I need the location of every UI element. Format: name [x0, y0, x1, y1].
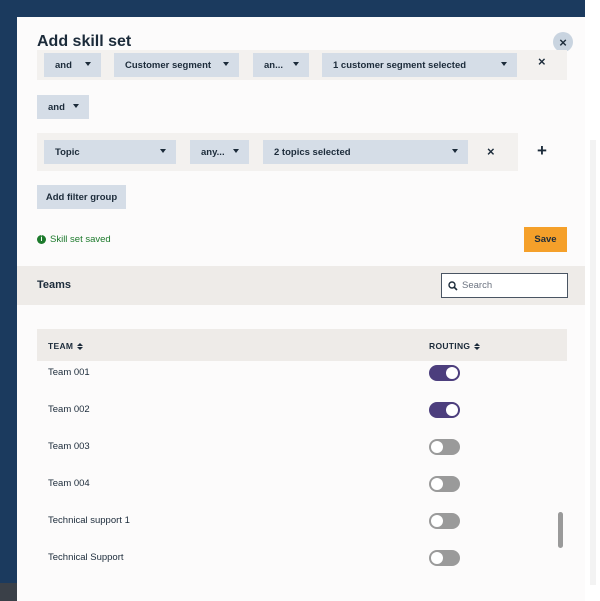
chevron-down-icon	[73, 104, 79, 108]
table-row: Technical support 1	[37, 503, 567, 540]
table-row: Technical Support	[37, 540, 567, 577]
table-row: Team 002	[37, 392, 567, 429]
group-join-select[interactable]: and	[37, 95, 89, 119]
modal-scrollbar-thumb[interactable]	[558, 512, 563, 548]
remove-filter-icon[interactable]: ×	[487, 144, 495, 159]
add-filter-icon[interactable]: +	[537, 141, 547, 161]
toggle-knob	[431, 552, 443, 564]
group-join-value: and	[48, 101, 65, 113]
search-icon	[448, 280, 458, 291]
team-name: Technical Support	[48, 552, 124, 563]
condition-select-value: any...	[201, 146, 225, 158]
column-header-team[interactable]: TEAM	[48, 341, 84, 351]
condition-select-value: an...	[264, 59, 284, 71]
chevron-down-icon	[160, 149, 166, 153]
routing-toggle[interactable]	[429, 476, 460, 492]
saved-status: i Skill set saved	[37, 234, 111, 245]
add-filter-group-button[interactable]: Add filter group	[37, 185, 126, 209]
chevron-down-icon	[501, 62, 507, 66]
field-select[interactable]: Customer segment	[114, 53, 239, 77]
field-select[interactable]: Topic	[44, 140, 176, 164]
team-name: Technical support 1	[48, 515, 130, 526]
chevron-down-icon	[233, 149, 239, 153]
routing-toggle[interactable]	[429, 550, 460, 566]
toggle-knob	[446, 404, 458, 416]
value-select-value: 2 topics selected	[274, 146, 351, 158]
teams-title: Teams	[37, 279, 72, 291]
team-name: Team 003	[48, 441, 90, 452]
operator-select-value: and	[55, 59, 72, 71]
value-select[interactable]: 1 customer segment selected	[322, 53, 517, 77]
value-select[interactable]: 2 topics selected	[263, 140, 468, 164]
team-name: Team 001	[48, 367, 90, 378]
page-scrollbar-track[interactable]	[590, 140, 596, 585]
toggle-knob	[431, 478, 443, 490]
save-button[interactable]: Save	[524, 227, 567, 252]
sort-icon	[474, 342, 481, 350]
info-icon: i	[37, 235, 46, 244]
toggle-knob	[431, 441, 443, 453]
column-header-label: ROUTING	[429, 341, 471, 351]
chevron-down-icon	[223, 62, 229, 66]
remove-filter-icon[interactable]: ×	[538, 54, 546, 69]
table-row: Team 003	[37, 429, 567, 466]
condition-select[interactable]: an...	[253, 53, 309, 77]
team-name: Team 002	[48, 404, 90, 415]
toggle-knob	[446, 367, 458, 379]
field-select-value: Customer segment	[125, 59, 212, 71]
value-select-value: 1 customer segment selected	[333, 59, 467, 71]
column-header-routing[interactable]: ROUTING	[429, 341, 481, 351]
teams-section-header: Teams Search	[17, 266, 585, 305]
saved-status-text: Skill set saved	[50, 234, 111, 245]
search-input[interactable]: Search	[441, 273, 568, 298]
field-select-value: Topic	[55, 146, 80, 158]
sort-icon	[77, 342, 84, 350]
operator-select[interactable]: and	[44, 53, 101, 77]
search-placeholder: Search	[462, 280, 493, 291]
condition-select[interactable]: any...	[190, 140, 249, 164]
filter-row-topic: Topic any... 2 topics selected ×	[37, 133, 518, 171]
modal-title: Add skill set	[37, 33, 132, 50]
team-name: Team 004	[48, 478, 90, 489]
chevron-down-icon	[452, 149, 458, 153]
add-skill-set-modal: Add skill set × and Customer segment an.…	[17, 17, 585, 601]
table-row: Team 004	[37, 466, 567, 503]
chevron-down-icon	[85, 62, 91, 66]
routing-toggle[interactable]	[429, 365, 460, 381]
chevron-down-icon	[293, 62, 299, 66]
close-icon[interactable]: ×	[553, 32, 573, 52]
table-row: Team 001	[37, 355, 567, 392]
column-header-label: TEAM	[48, 341, 74, 351]
toggle-knob	[431, 515, 443, 527]
filter-row-customer-segment: and Customer segment an... 1 customer se…	[37, 50, 567, 80]
routing-toggle[interactable]	[429, 439, 460, 455]
routing-toggle[interactable]	[429, 402, 460, 418]
routing-toggle[interactable]	[429, 513, 460, 529]
